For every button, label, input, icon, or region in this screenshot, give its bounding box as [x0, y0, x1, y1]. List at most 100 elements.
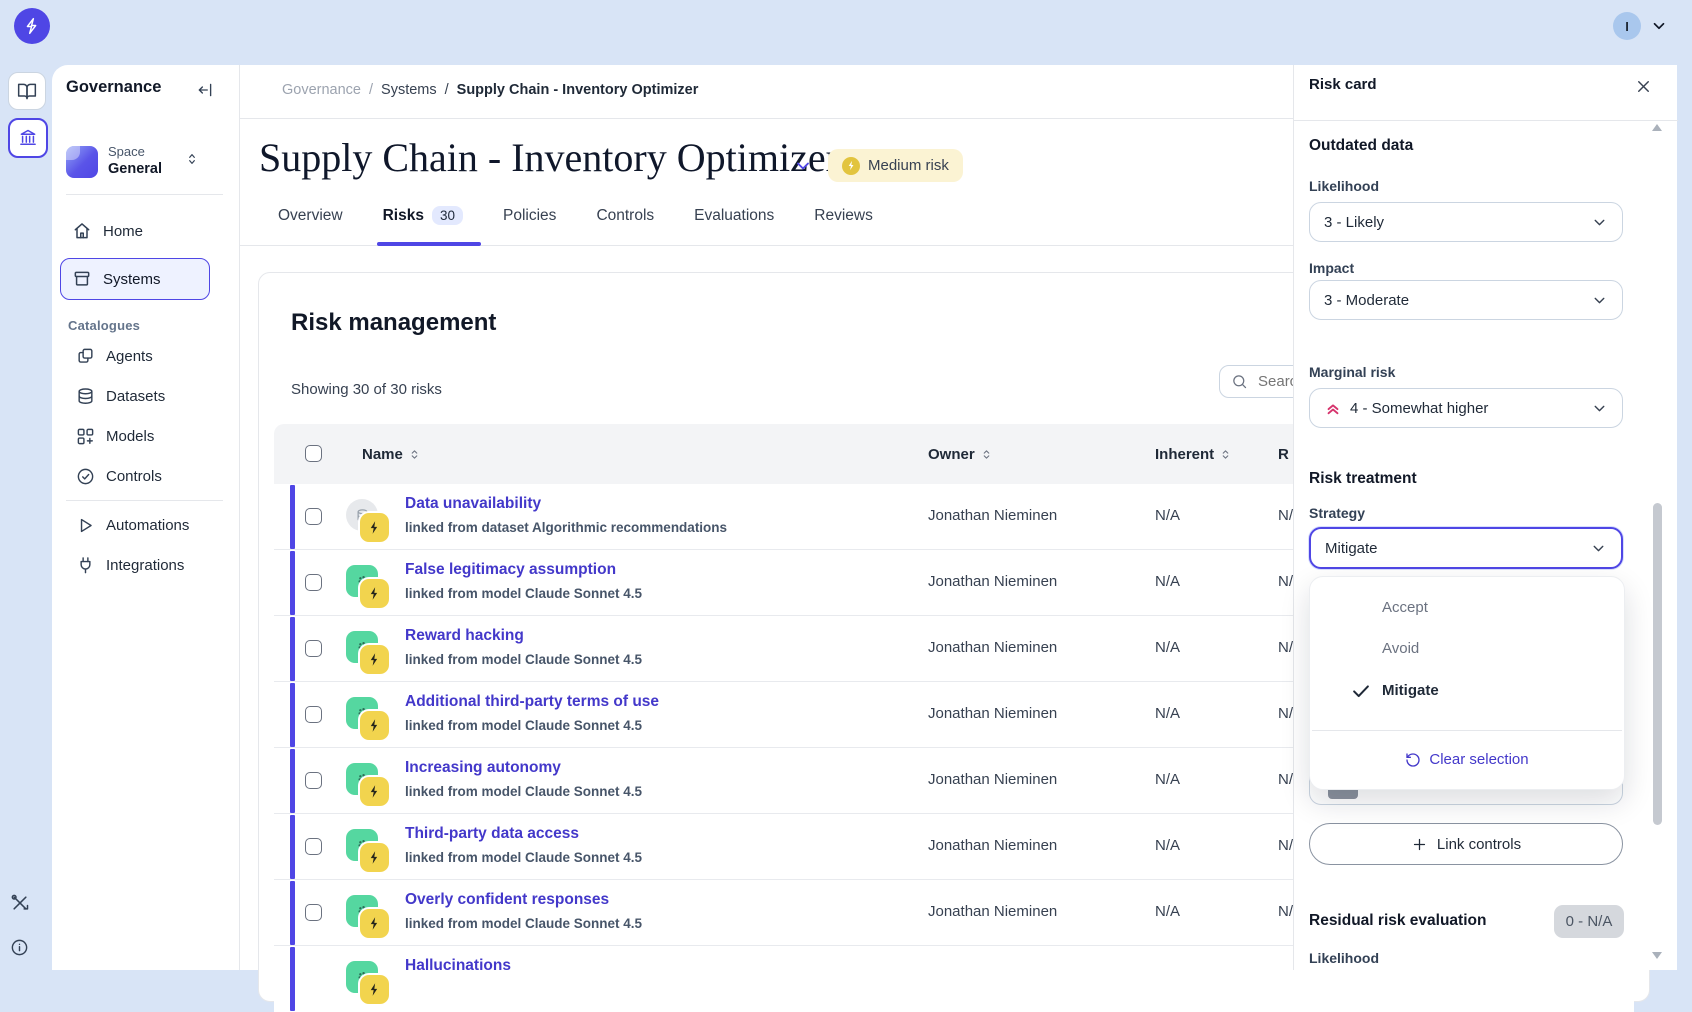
sidebar-item-systems[interactable]: Systems — [60, 258, 210, 300]
likelihood-label: Likelihood — [1309, 178, 1379, 194]
account-menu-chevron[interactable] — [1650, 17, 1668, 35]
risk-card-panel: Risk card Outdated data Likelihood 3 - L… — [1293, 65, 1677, 970]
tab-evaluations[interactable]: Evaluations — [694, 207, 774, 225]
risk-name-heading: Outdated data — [1309, 137, 1413, 155]
rail-docs-button[interactable] — [8, 72, 46, 110]
option-accept[interactable]: Accept — [1310, 599, 1624, 616]
title-menu-chevron[interactable] — [793, 156, 813, 176]
app-logo[interactable] — [14, 8, 50, 44]
row-checkbox[interactable] — [305, 772, 322, 789]
impact-label: Impact — [1309, 260, 1354, 276]
risk-link[interactable]: Hallucinations — [405, 957, 511, 975]
risk-link[interactable]: Increasing autonomy — [405, 759, 561, 777]
scroll-up-arrow[interactable] — [1652, 124, 1662, 131]
chevron-down-icon — [1591, 214, 1608, 231]
sidebar-item-home[interactable]: Home — [72, 221, 143, 241]
rail-tools-button[interactable] — [10, 893, 30, 913]
select-all-checkbox[interactable] — [305, 445, 322, 462]
breadcrumb-systems[interactable]: Systems — [381, 82, 437, 98]
sort-icon — [981, 449, 992, 460]
sidebar-item-label: Home — [103, 223, 143, 240]
rail-info-button[interactable] — [10, 938, 29, 957]
sidebar-item-label: Models — [106, 428, 154, 445]
row-checkbox[interactable] — [305, 904, 322, 921]
risk-link[interactable]: Third-party data access — [405, 825, 579, 843]
tab-overview[interactable]: Overview — [278, 207, 343, 225]
section-heading: Risk management — [291, 309, 496, 337]
impact-select[interactable]: 3 - Moderate — [1309, 280, 1623, 320]
column-header-inherent[interactable]: Inherent — [1155, 446, 1231, 463]
panel-title: Risk card — [1309, 76, 1377, 93]
column-header-residual[interactable]: R — [1278, 446, 1289, 463]
row-checkbox[interactable] — [305, 574, 322, 591]
sidebar-item-integrations[interactable]: Integrations — [76, 556, 184, 575]
close-panel-button[interactable] — [1634, 77, 1653, 96]
column-header-name[interactable]: Name — [362, 446, 420, 463]
row-accent — [290, 947, 295, 1011]
sidebar-item-agents[interactable]: Agents — [76, 347, 153, 366]
rail-governance-button[interactable] — [8, 118, 48, 158]
row-accent — [290, 749, 295, 813]
row-checkbox[interactable] — [305, 838, 322, 855]
scrollbar-thumb[interactable] — [1653, 503, 1662, 825]
marginal-risk-value: 4 - Somewhat higher — [1350, 400, 1488, 417]
info-icon — [10, 938, 29, 957]
sort-icon — [409, 449, 420, 460]
owner-cell: Jonathan Nieminen — [928, 903, 1057, 920]
option-mitigate[interactable]: Mitigate — [1310, 682, 1624, 699]
datasets-database-icon — [76, 387, 95, 406]
risks-count-badge: 30 — [432, 206, 463, 225]
sidebar-item-models[interactable]: Models — [76, 427, 154, 446]
sidebar-divider — [239, 65, 240, 970]
tab-controls[interactable]: Controls — [596, 207, 654, 225]
owner-cell: Jonathan Nieminen — [928, 573, 1057, 590]
user-avatar[interactable]: I — [1613, 12, 1641, 40]
row-accent — [290, 881, 295, 945]
row-accent — [290, 815, 295, 879]
row-checkbox[interactable] — [305, 640, 322, 657]
tab-risks[interactable]: Risks30 — [383, 206, 463, 225]
clear-selection-button[interactable]: Clear selection — [1310, 751, 1624, 768]
close-icon — [1634, 77, 1653, 96]
sidebar-collapse-button[interactable] — [196, 81, 214, 99]
row-checkbox[interactable] — [305, 706, 322, 723]
risk-bolt-icon — [360, 711, 389, 740]
inherent-cell: N/A — [1155, 837, 1180, 854]
models-grid-icon — [76, 427, 95, 446]
marginal-risk-select[interactable]: 4 - Somewhat higher — [1309, 388, 1623, 428]
scroll-down-arrow[interactable] — [1652, 952, 1662, 959]
space-avatar — [66, 146, 98, 178]
logo-bolt-icon — [21, 15, 43, 37]
space-name: General — [108, 161, 162, 177]
risk-link[interactable]: Overly confident responses — [405, 891, 609, 909]
tab-reviews[interactable]: Reviews — [814, 207, 873, 225]
option-avoid[interactable]: Avoid — [1310, 640, 1624, 657]
inherent-cell: N/A — [1155, 573, 1180, 590]
column-header-owner[interactable]: Owner — [928, 446, 992, 463]
row-accent — [290, 617, 295, 681]
likelihood-select[interactable]: 3 - Likely — [1309, 202, 1623, 242]
sidebar-item-label: Automations — [106, 517, 189, 534]
panel-divider — [1294, 120, 1678, 121]
space-switcher[interactable] — [184, 151, 200, 167]
sidebar-item-label: Agents — [106, 348, 153, 365]
sidebar-item-automations[interactable]: Automations — [76, 516, 189, 535]
sidebar-item-controls[interactable]: Controls — [76, 467, 162, 486]
risk-linked-from: linked from dataset Algorithmic recommen… — [405, 520, 727, 535]
risk-badge-label: Medium risk — [868, 157, 949, 174]
tab-policies[interactable]: Policies — [503, 207, 556, 225]
sidebar-item-datasets[interactable]: Datasets — [76, 387, 165, 406]
risk-link[interactable]: False legitimacy assumption — [405, 561, 616, 579]
breadcrumb-governance[interactable]: Governance — [282, 82, 361, 98]
owner-cell: Jonathan Nieminen — [928, 507, 1057, 524]
risk-linked-from: linked from model Claude Sonnet 4.5 — [405, 850, 642, 865]
owner-cell: Jonathan Nieminen — [928, 837, 1057, 854]
home-icon — [72, 221, 92, 241]
strategy-select[interactable]: Mitigate — [1309, 527, 1623, 569]
risk-link[interactable]: Additional third-party terms of use — [405, 693, 659, 711]
risk-link[interactable]: Data unavailability — [405, 495, 541, 513]
row-checkbox[interactable] — [305, 508, 322, 525]
risk-link[interactable]: Reward hacking — [405, 627, 524, 645]
collapse-left-icon — [196, 81, 214, 99]
link-controls-button[interactable]: Link controls — [1309, 823, 1623, 865]
